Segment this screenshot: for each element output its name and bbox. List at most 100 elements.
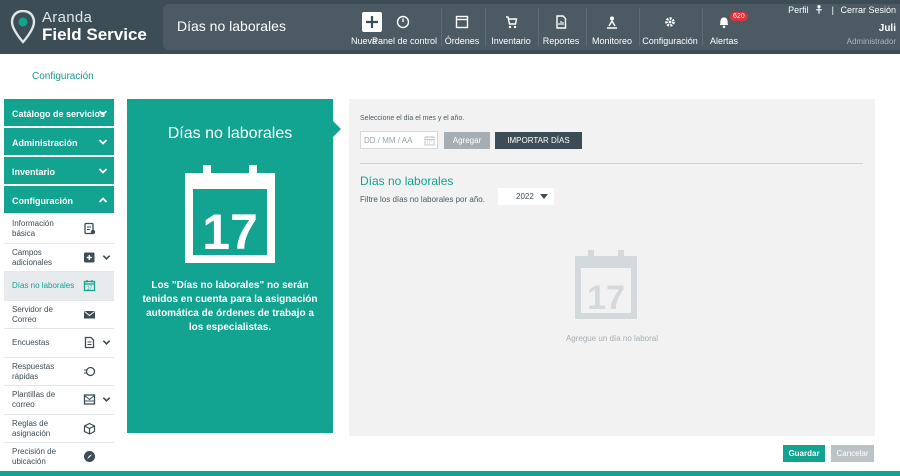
window-icon (455, 15, 469, 29)
nav-reports-label: Reportes (542, 36, 580, 46)
user-icon[interactable] (815, 4, 823, 14)
alerts-badge: 620 (730, 12, 748, 21)
dashboard-icon (396, 15, 410, 29)
sidebar-section-label: Catálogo de servicios (12, 109, 106, 119)
mail-template-icon (83, 394, 96, 405)
sidebar-item-label: Plantillas de correo (12, 390, 56, 409)
logout-link[interactable]: Cerrar Sesión (840, 5, 896, 15)
chevron-up-icon (98, 197, 108, 203)
calendar-icon: 17 (83, 280, 96, 292)
profile-link[interactable]: Perfil (788, 5, 809, 15)
nav-config-label: Configuración (642, 36, 698, 46)
sidebar-item-location-precision[interactable]: Precisión de ubicación (4, 443, 114, 472)
chevron-down-icon[interactable] (102, 253, 111, 262)
chevron-down-icon[interactable] (102, 395, 111, 404)
sidebar-section-label: Administración (12, 138, 78, 148)
checklist-icon (84, 222, 96, 235)
breadcrumb[interactable]: Configuración (32, 71, 94, 82)
chevron-down-icon[interactable] (102, 338, 111, 347)
user-links-separator: | (831, 5, 834, 15)
sidebar-item-label: Servidor de Correo (12, 304, 53, 324)
sidebar-item-assignment-rules[interactable]: Reglas de asignación (4, 414, 114, 443)
sidebar-section-config[interactable]: Configuración (4, 186, 114, 213)
nav-separator (702, 8, 703, 46)
sidebar-item-label: Encuestas (12, 338, 50, 347)
report-icon (556, 15, 567, 29)
sidebar-section-label: Configuración (12, 196, 73, 206)
info-card-text: Los "Días no laborales" no serán tenidos… (142, 280, 318, 333)
info-card-title: Días no laborales (167, 125, 293, 142)
sidebar-item-surveys[interactable]: Encuestas (4, 329, 114, 358)
nav-panel[interactable]: Panel de control (372, 4, 438, 50)
brand-logo[interactable]: Aranda Field Service (10, 8, 160, 48)
calendar-icon[interactable] (424, 135, 435, 146)
sidebar-item-label: Respuestas rápidas (12, 361, 55, 381)
empty-state-text: Agregue un día no laboral (565, 334, 659, 343)
sidebar-section-inventory[interactable]: Inventario (4, 157, 114, 184)
page-title: Días no laborales (177, 18, 286, 34)
chevron-down-icon (98, 168, 108, 174)
nav-separator (639, 8, 640, 46)
sidebar-item-non-working-days[interactable]: Días no laborales 17 (4, 272, 114, 301)
nav-alerts[interactable]: Alertas (704, 4, 744, 50)
nav-separator (441, 8, 442, 46)
nav-separator (485, 8, 486, 46)
date-input[interactable]: DD / MM / AA (360, 131, 438, 149)
chevron-down-icon (98, 110, 108, 116)
calendar-icon: 17 (185, 165, 275, 263)
user-links: Perfil | Cerrar Sesión (788, 4, 896, 15)
info-card-calendar-day: 17 (202, 204, 258, 260)
user-name: Juli (878, 23, 896, 34)
mail-icon (84, 310, 95, 318)
sidebar-item-basic-info[interactable]: Información básica (4, 215, 114, 244)
nav-inventory-label: Inventario (491, 36, 531, 46)
nav-separator (538, 8, 539, 46)
cube-icon (83, 422, 96, 435)
add-box-icon (84, 252, 95, 262)
date-label: Seleccione el día el mes y el año. (360, 115, 465, 122)
add-button[interactable]: Agregar (444, 132, 490, 149)
location-pin-icon (10, 10, 36, 44)
section-title: Días no laborales (360, 174, 454, 188)
sidebar-item-additional-fields[interactable]: Campos adicionales (4, 243, 114, 272)
date-input-placeholder: DD / MM / AA (364, 136, 413, 145)
gear-icon (665, 17, 675, 27)
save-button[interactable]: Guardar (783, 445, 825, 462)
sidebar-item-label: Información básica (12, 219, 54, 238)
sidebar-item-mail-server[interactable]: Servidor de Correo (4, 300, 114, 329)
sidebar-item-label: Reglas de asignación (12, 418, 51, 438)
sidebar-section-admin[interactable]: Administración (4, 128, 114, 155)
import-days-button[interactable]: IMPORTAR DÍAS (495, 132, 582, 149)
main-panel: Seleccione el día el mes y el año. DD / … (349, 99, 875, 436)
chevron-down-icon (98, 139, 108, 145)
cart-icon (506, 16, 518, 29)
sidebar-section-label: Inventario (12, 167, 56, 177)
brand-line1: Aranda (42, 9, 93, 26)
nav-panel-label: Panel de control (372, 36, 438, 46)
info-card: Días no laborales 17 Los "Días no labora… (127, 99, 341, 433)
quick-reply-icon (84, 366, 96, 376)
cancel-button[interactable]: Cancelar (831, 445, 874, 462)
page: Aranda Field Service Días no laborales N… (0, 0, 900, 476)
compass-icon (84, 451, 95, 462)
sidebar-section-catalog[interactable]: Catálogo de servicios (4, 99, 114, 126)
nav-monitor[interactable]: Monitoreo (588, 4, 636, 50)
nav-config[interactable]: Configuración (641, 4, 699, 50)
brand-line2: Field Service (42, 25, 147, 44)
document-icon (84, 336, 95, 349)
nav-separator (586, 8, 587, 46)
info-card-pointer (333, 121, 341, 137)
nav-inventory[interactable]: Inventario (487, 4, 535, 50)
filter-label: Filtre los días no laborales por año. (360, 195, 485, 204)
user-role: Administrador (846, 37, 896, 46)
nav-reports[interactable]: Reportes (540, 4, 582, 50)
sidebar-item-label: Precisión de ubicación (12, 447, 57, 466)
sidebar-item-mail-templates[interactable]: Plantillas de correo (4, 386, 114, 415)
year-select[interactable]: 2022 (498, 188, 554, 205)
nav-orders[interactable]: Órdenes (443, 4, 481, 50)
nav-alerts-label: Alertas (709, 36, 738, 46)
footer-bar (0, 471, 900, 476)
sidebar-item-quick-replies[interactable]: Respuestas rápidas (4, 357, 114, 386)
caret-down-icon (540, 194, 548, 199)
monitor-person-icon (607, 16, 617, 29)
